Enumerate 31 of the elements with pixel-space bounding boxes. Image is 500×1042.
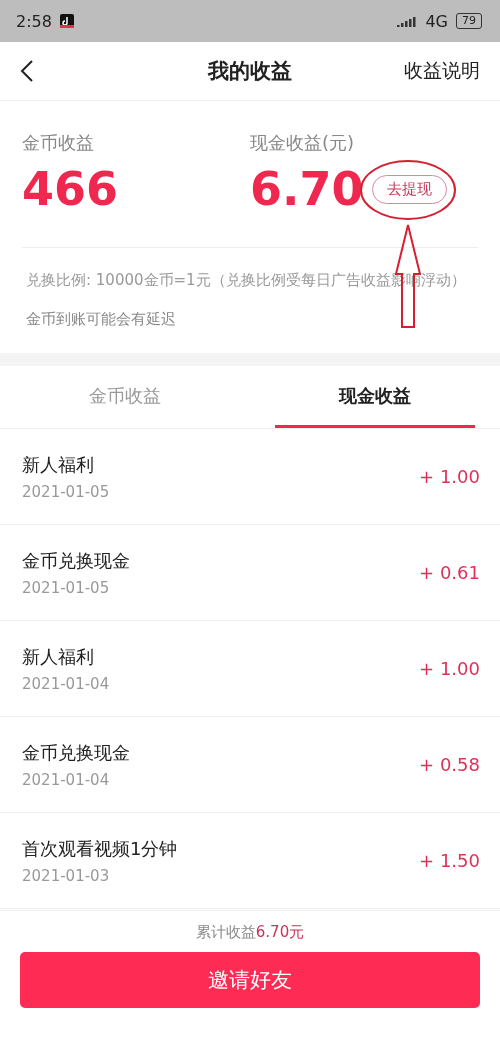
record-title: 新人福利	[22, 452, 95, 477]
delay-note: 金币到账可能会有延迟	[26, 310, 177, 329]
coin-earnings-value: 466	[22, 161, 120, 217]
total-earnings: 累计收益6.70元	[195, 923, 305, 942]
invite-friends-button[interactable]: 邀请好友	[20, 952, 480, 1008]
record-title: 金币兑换现金	[22, 740, 131, 765]
back-icon[interactable]	[20, 59, 34, 83]
page-title: 我的收益	[208, 58, 292, 85]
record-title: 新人福利	[22, 644, 95, 669]
record-date: 2021-01-05	[22, 578, 111, 597]
record-amount: + 1.00	[419, 466, 480, 487]
app-icon	[59, 14, 74, 28]
record-title: 首次观看视频1分钟	[22, 836, 179, 861]
network-type: 4G	[425, 11, 448, 31]
cash-earnings-label: 现金收益(元)	[250, 131, 356, 155]
status-time: 2:58	[16, 11, 52, 31]
withdraw-button[interactable]: 去提现	[371, 174, 447, 204]
record-title: 金币兑换现金	[22, 548, 131, 573]
record-date: 2021-01-05	[22, 482, 111, 501]
record-amount: + 1.00	[419, 658, 480, 679]
signal-icon	[397, 15, 418, 27]
battery-level: 79	[456, 13, 482, 29]
earnings-info-link[interactable]: 收益说明	[404, 58, 480, 84]
record-amount: + 1.50	[419, 850, 480, 871]
record-amount: + 0.61	[419, 562, 480, 583]
coin-earnings-label: 金币收益	[22, 131, 95, 155]
record-date: 2021-01-04	[22, 674, 111, 693]
record-date: 2021-01-03	[22, 866, 111, 885]
record-amount: + 0.58	[419, 754, 480, 775]
cash-earnings-value: 6.70	[250, 161, 364, 217]
record-date: 2021-01-04	[22, 770, 111, 789]
